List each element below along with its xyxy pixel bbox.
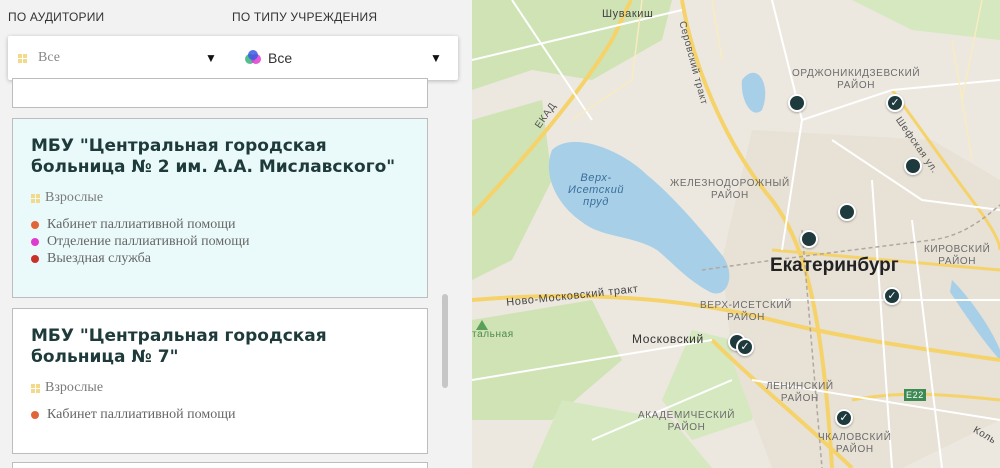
map-pin-check-icon[interactable]: ✓ [736, 338, 754, 356]
map-label-akademichesky: АКАДЕМИЧЕСКИЙ РАЙОН [638, 410, 736, 433]
hospital-card[interactable]: МБУ "Центральная городская больница № 7"… [12, 308, 428, 454]
map-pin-check-icon[interactable]: ✓ [883, 287, 901, 305]
map-label-zheleznodor: ЖЕЛЕЗНОДОРОЖНЫЙ РАЙОН [670, 178, 790, 201]
map-pin[interactable] [788, 94, 806, 112]
audience-icon [31, 383, 40, 393]
service-item: Выездная служба [31, 250, 409, 267]
map-label-shuvakish: Шувакиш [602, 8, 654, 20]
service-item: Кабинет паллиативной помощи [31, 216, 409, 233]
audience-select[interactable]: Все ▼ [18, 36, 228, 80]
chevron-down-icon[interactable]: ▼ [205, 51, 217, 65]
hospital-name-line1: МБУ "Центральная городская [31, 136, 327, 156]
map-pin-check-icon[interactable]: ✓ [835, 409, 853, 427]
audience-tag: Взрослые [31, 380, 409, 396]
map-label-verkhisetsky: ВЕРХ-ИСЕТСКИЙ РАЙОН [700, 300, 792, 323]
map-pin[interactable] [838, 203, 856, 221]
map-label-ordzhonikidze: ОРДЖОНИКИДЗЕВСКИЙ РАЙОН [792, 68, 921, 91]
map-view[interactable]: Шувакиш Серовский тракт ЕКАД ОРДЖОНИКИДЗ… [472, 0, 1000, 468]
map-label-talnaya: тальная [472, 329, 514, 340]
city-label: Екатеринбург [770, 255, 899, 276]
map-label-moskovsky: Московский [632, 332, 704, 346]
audience-icon [31, 193, 40, 203]
institution-filter-label: ПО ТИПУ УЧРЕЖДЕНИЯ [232, 10, 378, 24]
audience-text: Взрослые [45, 190, 104, 205]
map-label-leninsky: ЛЕНИНСКИЙ РАЙОН [766, 381, 834, 404]
audience-filter-label: ПО АУДИТОРИИ [8, 10, 105, 24]
hospital-name-line1: МБУ "Центральная городская [31, 326, 327, 346]
map-pin-check-icon[interactable]: ✓ [886, 94, 904, 112]
hospital-name-line2: больница № 7" [31, 347, 179, 367]
service-label: Кабинет паллиативной помощи [47, 406, 236, 422]
hospital-name: МБУ "Центральная городская больница № 7" [31, 326, 409, 368]
service-color-dot [31, 220, 39, 229]
scrollbar-thumb[interactable] [442, 294, 448, 388]
map-pin[interactable] [800, 230, 818, 248]
institution-select-value: Все [268, 50, 293, 66]
filter-panel: ПО АУДИТОРИИ ПО ТИПУ УЧРЕЖДЕНИЯ Все ▼ Вс… [0, 0, 472, 468]
audience-text: Взрослые [45, 380, 104, 395]
hospital-card-partial[interactable] [12, 78, 428, 108]
service-label: Выездная служба [47, 250, 152, 266]
service-item: Кабинет паллиативной помощи [31, 406, 409, 423]
service-label: Отделение паллиативной помощи [47, 233, 250, 249]
map-label-kirovsky: КИРОВСКИЙ РАЙОН [924, 244, 991, 267]
service-color-dot [31, 410, 39, 419]
service-list: Кабинет паллиативной помощи [31, 406, 409, 423]
service-color-dot [31, 254, 39, 263]
chevron-down-icon[interactable]: ▼ [430, 51, 442, 65]
institution-type-icon [245, 50, 261, 64]
institution-select[interactable]: Все ▼ [244, 36, 450, 80]
service-label: Кабинет паллиативной помощи [47, 216, 236, 232]
filter-bar: Все ▼ Все ▼ [8, 36, 458, 80]
hospital-name-line2: больница № 2 им. А.А. Миславского" [31, 157, 396, 177]
hospital-card-partial[interactable] [12, 462, 428, 468]
map-label-e22: E22 [904, 389, 926, 401]
map-label-pond: Верх- Исетский пруд [568, 172, 625, 208]
service-list: Кабинет паллиативной помощи Отделение па… [31, 216, 409, 267]
service-item: Отделение паллиативной помощи [31, 233, 409, 250]
audience-select-value: Все [38, 50, 60, 65]
map-pin[interactable] [904, 157, 922, 175]
audience-tag: Взрослые [31, 190, 409, 206]
hospital-name: МБУ "Центральная городская больница № 2 … [31, 136, 409, 178]
hospital-card[interactable]: МБУ "Центральная городская больница № 2 … [12, 118, 428, 298]
map-label-chkalovsky: ЧКАЛОВСКИЙ РАЙОН [818, 432, 892, 455]
service-color-dot [31, 237, 39, 246]
audience-icon [18, 53, 27, 63]
